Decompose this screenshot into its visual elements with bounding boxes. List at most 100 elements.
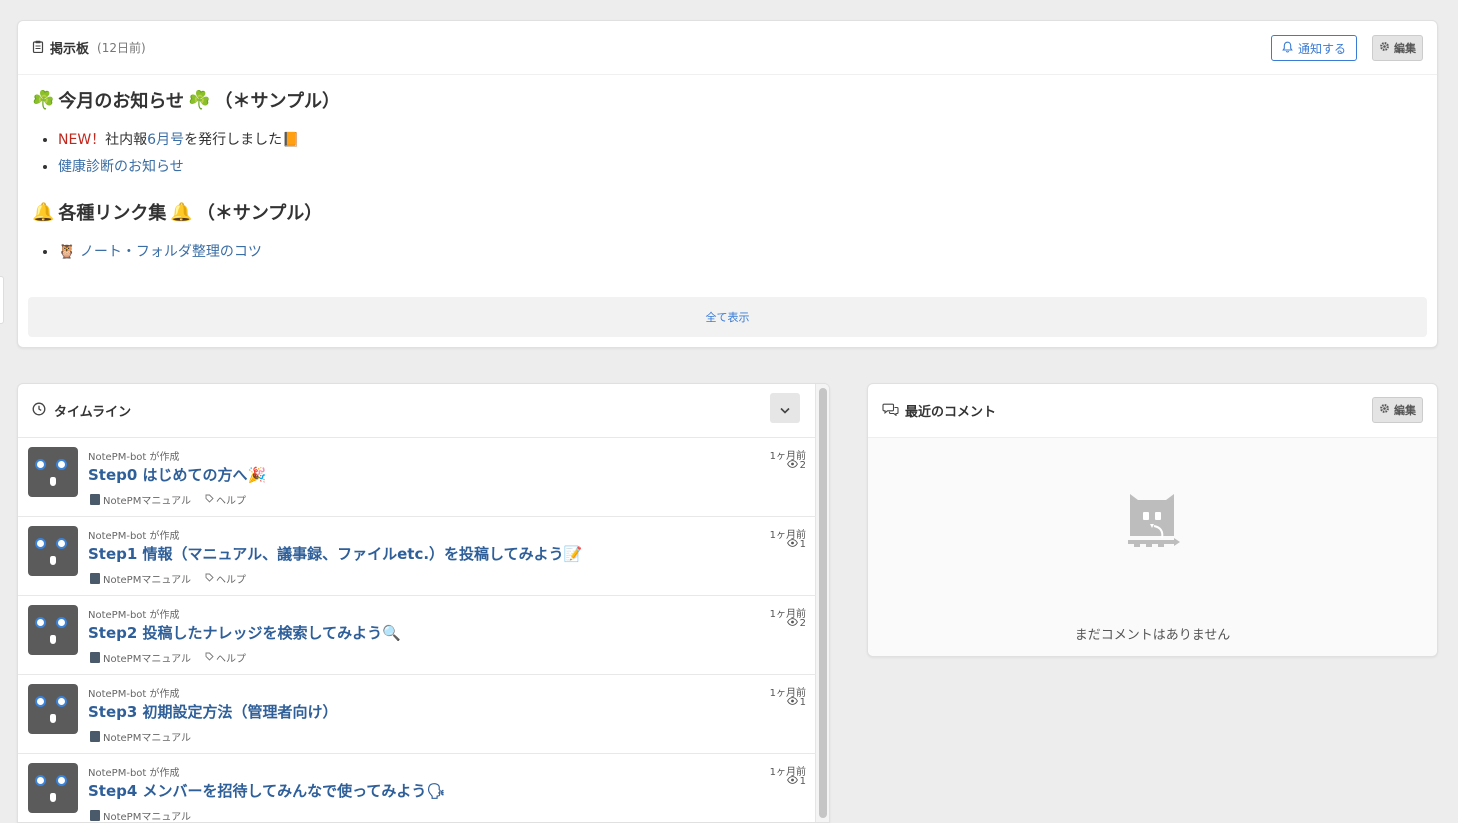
row-view-count: 2 — [786, 618, 806, 629]
row-tags: NotePMマニュアル ヘルプ — [90, 650, 246, 665]
bot-avatar[interactable] — [28, 447, 78, 497]
comments-edit-button[interactable]: 編集 — [1372, 397, 1423, 423]
eye-icon — [786, 460, 798, 471]
tag-icon — [205, 652, 214, 664]
bell-emoji-icon: 🔔 — [32, 201, 55, 223]
bot-avatar[interactable] — [28, 605, 78, 655]
timeline-filter-dropdown[interactable] — [770, 393, 800, 423]
row-author-meta: NotePM-bot が作成 — [88, 610, 180, 621]
recent-comments-card: 最近のコメント 編集 まだコメントはありません — [867, 383, 1438, 657]
clover-icon: ☘️ — [188, 89, 211, 111]
section-heading-announcements: ☘️ 今月のお知らせ ☘️ （＊サンプル） — [32, 89, 340, 113]
timeline-row[interactable]: NotePM-bot が作成 Step1 情報（マニュアル、議事録、ファイルet… — [18, 517, 816, 596]
folder-icon — [90, 731, 100, 742]
eye-icon — [786, 539, 798, 550]
row-view-count: 1 — [786, 539, 806, 550]
gear-icon — [1379, 41, 1390, 55]
folder-link[interactable]: NotePMマニュアル — [90, 492, 191, 507]
row-view-count: 1 — [786, 697, 806, 708]
chevron-down-icon — [780, 399, 790, 418]
comment-icon — [882, 401, 899, 420]
folder-link[interactable]: NotePMマニュアル — [90, 729, 191, 744]
board-updated-ago: (12日前) — [97, 41, 146, 55]
timeline-row[interactable]: NotePM-bot が作成 Step4 メンバーを招待してみんなで使ってみよう… — [18, 754, 816, 822]
comments-title: 最近のコメント — [905, 405, 997, 420]
notify-label: 通知する — [1297, 41, 1346, 56]
row-tags: NotePMマニュアル — [90, 808, 191, 822]
board-body: ☘️ 今月のお知らせ ☘️ （＊サンプル） NEW！社内報6月号を発行しました📙… — [18, 75, 1437, 294]
folder-icon — [90, 494, 100, 505]
row-tags: NotePMマニュアル — [90, 729, 191, 744]
scroll-thumb[interactable] — [819, 388, 827, 818]
list-item: NEW！社内報6月号を発行しました📙 — [58, 127, 1423, 154]
row-title-link[interactable]: Step0 はじめての方へ🎉 — [88, 464, 266, 485]
gear-icon — [1379, 403, 1390, 417]
row-tags: NotePMマニュアル ヘルプ — [90, 571, 246, 586]
folder-icon — [90, 810, 100, 821]
bell-icon — [1282, 41, 1293, 56]
tag-link[interactable]: ヘルプ — [205, 650, 246, 665]
tag-icon — [205, 573, 214, 585]
board-edit-button[interactable]: 編集 — [1372, 35, 1423, 61]
board-card: 掲示板 (12日前) 通知する 編集 ☘️ 今月のお知らせ ☘️ （＊サンプル）… — [17, 20, 1438, 348]
clover-icon: ☘️ — [32, 89, 55, 111]
row-title-link[interactable]: Step2 投稿したナレッジを検索してみよう🔍 — [88, 622, 401, 643]
folder-icon — [90, 652, 100, 663]
folder-link[interactable]: NotePMマニュアル — [90, 650, 191, 665]
timeline-row[interactable]: NotePM-bot が作成 Step0 はじめての方へ🎉 NotePMマニュア… — [18, 438, 816, 517]
edit-label: 編集 — [1394, 42, 1416, 55]
comments-header: 最近のコメント — [868, 384, 1437, 438]
eye-icon — [786, 776, 798, 787]
eye-icon — [786, 697, 798, 708]
links-list: 🦉 ノート・フォルダ整理のコツ — [58, 239, 1423, 266]
left-side-tab[interactable] — [0, 276, 4, 324]
new-badge: NEW！ — [58, 132, 106, 148]
owl-icon — [1124, 490, 1180, 556]
timeline-row[interactable]: NotePM-bot が作成 Step2 投稿したナレッジを検索してみよう🔍 N… — [18, 596, 816, 675]
show-all-button[interactable]: 全て表示 — [28, 297, 1427, 337]
book-icon: 📙 — [282, 132, 300, 148]
timeline-row[interactable]: NotePM-bot が作成 Step3 初期設定方法（管理者向け） NoteP… — [18, 675, 816, 754]
health-check-link[interactable]: 健康診断のお知らせ — [58, 159, 184, 175]
board-title: 掲示板 — [50, 42, 90, 57]
eye-icon — [786, 618, 798, 629]
tag-link[interactable]: ヘルプ — [205, 492, 246, 507]
row-title-link[interactable]: Step1 情報（マニュアル、議事録、ファイルetc.）を投稿してみよう📝 — [88, 543, 582, 564]
notify-button[interactable]: 通知する — [1270, 35, 1357, 61]
row-author-meta: NotePM-bot が作成 — [88, 768, 180, 779]
bot-avatar[interactable] — [28, 526, 78, 576]
list-item: 健康診断のお知らせ — [58, 154, 1423, 181]
row-author-meta: NotePM-bot が作成 — [88, 452, 180, 463]
folder-tips-link[interactable]: ノート・フォルダ整理のコツ — [80, 244, 262, 260]
edit-label: 編集 — [1394, 404, 1416, 417]
clock-icon — [32, 401, 46, 420]
timeline-title: タイムライン — [54, 405, 132, 420]
board-header: 掲示板 (12日前) — [18, 21, 1437, 75]
timeline-card: タイムライン NotePM-bot が作成 Step0 はじめての方へ🎉 Not… — [17, 383, 830, 823]
row-author-meta: NotePM-bot が作成 — [88, 689, 180, 700]
row-author-meta: NotePM-bot が作成 — [88, 531, 180, 542]
tag-link[interactable]: ヘルプ — [205, 571, 246, 586]
bot-avatar[interactable] — [28, 763, 78, 813]
list-item: 🦉 ノート・フォルダ整理のコツ — [58, 239, 1423, 266]
row-title-link[interactable]: Step4 メンバーを招待してみんなで使ってみよう🗣 — [88, 780, 445, 801]
timeline-scrollbar[interactable] — [815, 384, 829, 822]
row-view-count: 2 — [786, 460, 806, 471]
announcement-list: NEW！社内報6月号を発行しました📙 健康診断のお知らせ — [58, 127, 1423, 181]
timeline-header: タイムライン — [18, 384, 829, 438]
comments-empty-state: まだコメントはありません — [868, 438, 1437, 656]
folder-link[interactable]: NotePMマニュアル — [90, 808, 191, 822]
timeline-list: NotePM-bot が作成 Step0 はじめての方へ🎉 NotePMマニュア… — [18, 438, 829, 822]
bell-emoji-icon: 🔔 — [170, 201, 193, 223]
row-tags: NotePMマニュアル ヘルプ — [90, 492, 246, 507]
tag-icon — [205, 494, 214, 506]
bot-avatar[interactable] — [28, 684, 78, 734]
folder-link[interactable]: NotePMマニュアル — [90, 571, 191, 586]
row-view-count: 1 — [786, 776, 806, 787]
empty-comments-text: まだコメントはありません — [1074, 628, 1231, 643]
folder-icon — [90, 573, 100, 584]
row-title-link[interactable]: Step3 初期設定方法（管理者向け） — [88, 701, 338, 722]
newsletter-link[interactable]: 6月号 — [147, 132, 184, 148]
clipboard-icon — [32, 38, 44, 57]
section-heading-links: 🔔 各種リンク集 🔔 （＊サンプル） — [32, 201, 323, 225]
